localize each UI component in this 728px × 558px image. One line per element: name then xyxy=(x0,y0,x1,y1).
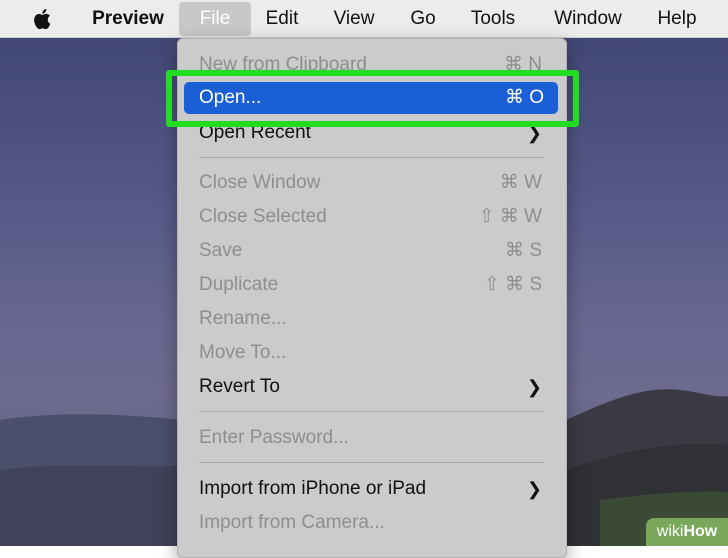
menu-separator xyxy=(199,462,544,463)
menu-item-close-window[interactable]: Close Window ⌘ W xyxy=(178,167,566,199)
shortcut-label: ⇧ ⌘ S xyxy=(483,274,542,295)
watermark-prefix: wiki xyxy=(656,523,684,540)
menu-item-close-selected[interactable]: Close Selected ⇧ ⌘ W xyxy=(178,201,566,233)
menubar-view[interactable]: View xyxy=(322,0,386,38)
menu-item-import-camera[interactable]: Import from Camera... xyxy=(178,507,566,539)
shortcut-label: ⇧ ⌘ W xyxy=(478,206,542,227)
menu-item-label: Move To... xyxy=(199,342,287,363)
menu-bar: Preview File Edit View Go Tools Window H… xyxy=(0,0,728,38)
wikihow-watermark: wikiHow xyxy=(646,518,728,546)
menu-item-label: Rename... xyxy=(199,308,287,329)
menu-item-label: Duplicate xyxy=(199,274,279,295)
menu-separator xyxy=(199,411,544,412)
menu-item-save[interactable]: Save ⌘ S xyxy=(178,235,566,267)
menu-item-label: Enter Password... xyxy=(199,427,349,448)
menu-item-enter-password[interactable]: Enter Password... xyxy=(178,422,566,454)
menu-item-label: Close Selected xyxy=(199,206,327,227)
shortcut-label: ⌘ W xyxy=(499,172,542,193)
shortcut-label: ⌘ S xyxy=(505,240,542,261)
menu-item-rename[interactable]: Rename... xyxy=(178,303,566,335)
menubar-help[interactable]: Help xyxy=(648,0,706,38)
menubar-file[interactable]: File xyxy=(179,2,251,36)
menu-item-label: Import from Camera... xyxy=(199,512,385,533)
menubar-edit[interactable]: Edit xyxy=(255,0,309,38)
watermark-suffix: How xyxy=(683,523,718,540)
menu-item-label: Import from iPhone or iPad xyxy=(199,478,427,499)
menu-item-label: Close Window xyxy=(199,172,321,193)
menubar-tools[interactable]: Tools xyxy=(460,0,526,38)
chevron-right-icon: ❯ xyxy=(526,479,542,499)
menubar-app-preview[interactable]: Preview xyxy=(80,0,176,38)
menu-item-revert-to[interactable]: Revert To ❯ xyxy=(178,371,566,403)
menu-item-label: Save xyxy=(199,240,243,261)
menu-item-import-iphone[interactable]: Import from iPhone or iPad ❯ xyxy=(178,473,566,505)
menubar-window[interactable]: Window xyxy=(540,0,636,38)
menubar-go[interactable]: Go xyxy=(398,0,448,38)
menu-item-move-to[interactable]: Move To... xyxy=(178,337,566,369)
chevron-right-icon: ❯ xyxy=(526,377,542,397)
menu-separator xyxy=(199,157,544,158)
annotation-highlight-box xyxy=(166,70,579,127)
menu-item-duplicate[interactable]: Duplicate ⇧ ⌘ S xyxy=(178,269,566,301)
apple-logo-icon[interactable] xyxy=(30,6,56,32)
menu-item-label: Revert To xyxy=(199,376,280,397)
